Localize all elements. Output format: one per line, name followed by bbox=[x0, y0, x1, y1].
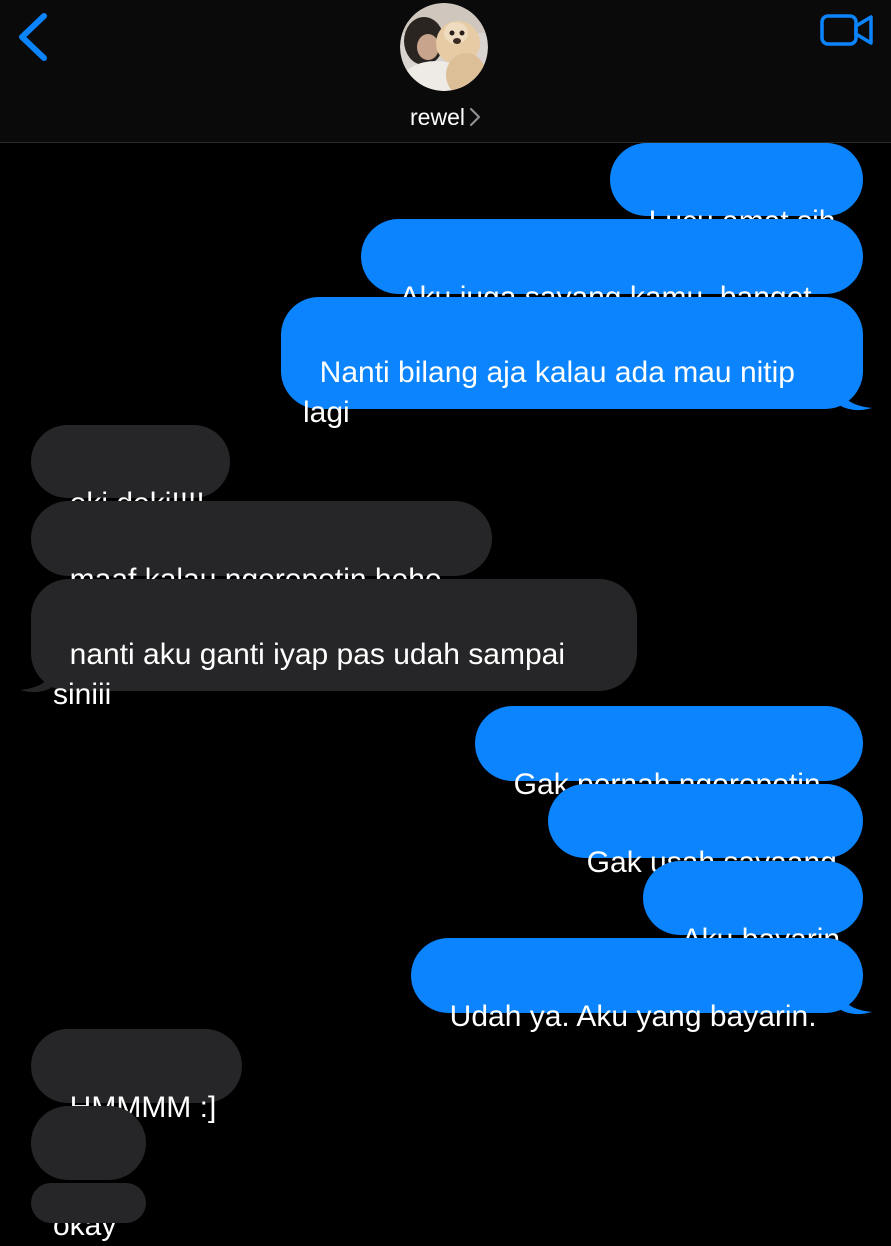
chevron-left-icon bbox=[19, 13, 47, 61]
contact-name-button[interactable]: rewel bbox=[0, 104, 891, 133]
facetime-video-button[interactable] bbox=[818, 10, 876, 50]
chevron-right-icon bbox=[469, 106, 481, 133]
message-bubble-sent[interactable]: Udah ya. Aku yang bayarin. bbox=[411, 938, 863, 1033]
message-bubble-sent[interactable]: Gak pernah ngerepotin bbox=[475, 706, 863, 801]
bubble-tail bbox=[838, 988, 872, 1015]
message-bubble-received[interactable]: oki doki!!!! bbox=[31, 425, 230, 520]
bubble-tail bbox=[838, 384, 872, 411]
message-bubble-sent[interactable]: Nanti bilang aja kalau ada mau nitip lag… bbox=[281, 297, 863, 429]
message-bubble-received[interactable]: HMMMM :] bbox=[31, 1029, 242, 1124]
message-bubble-sent[interactable]: Gak usah sayaang bbox=[548, 784, 863, 879]
contact-avatar[interactable] bbox=[400, 3, 488, 91]
message-bubble-received-partial[interactable] bbox=[31, 1183, 146, 1223]
message-text: nanti aku ganti iyap pas udah sampai sin… bbox=[53, 638, 566, 711]
message-bubble-sent[interactable]: Aku juga sayang kamu, banget bbox=[361, 219, 863, 314]
message-text: Udah ya. Aku yang bayarin. bbox=[449, 1000, 817, 1033]
back-button[interactable] bbox=[10, 8, 58, 66]
message-bubble-sent[interactable]: Aku bayarin bbox=[643, 861, 863, 956]
bubble-tail bbox=[20, 666, 54, 693]
video-camera-icon bbox=[820, 14, 873, 46]
message-bubble-received[interactable]: nanti aku ganti iyap pas udah sampai sin… bbox=[31, 579, 637, 711]
conversation-header: rewel bbox=[0, 0, 891, 143]
contact-name: rewel bbox=[410, 104, 465, 130]
message-bubble-received[interactable]: maaf kalau ngerepotin hehe bbox=[31, 501, 492, 596]
message-bubble-sent[interactable]: Lucu amat sih bbox=[610, 143, 863, 238]
message-text: Nanti bilang aja kalau ada mau nitip lag… bbox=[303, 356, 795, 429]
avatar-photo bbox=[400, 3, 488, 91]
message-bubble-received[interactable]: okay bbox=[31, 1106, 146, 1242]
